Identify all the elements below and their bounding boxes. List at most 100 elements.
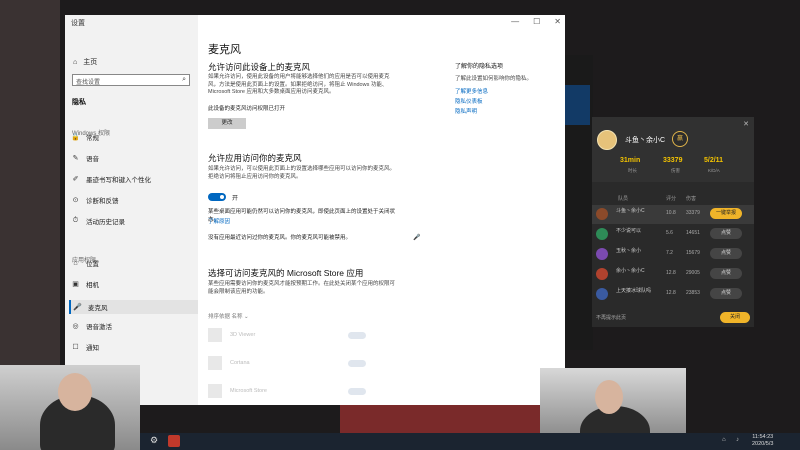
app-toggle[interactable] [348, 387, 366, 395]
like-button[interactable]: 点赞 [710, 268, 742, 279]
taskbar-clock[interactable]: 11:54:23 2020/5/3 [752, 434, 773, 448]
sidebar-item[interactable]: ✐ 墨迹书写和键入个性化 [71, 174, 196, 184]
stat-kda: 5/2/11 [704, 157, 724, 164]
app-toggle[interactable] [348, 359, 366, 367]
section-apps-text: 如果允许访问，可以使用此页面上的设置选择哪些应用可以访问你的麦克风。拒绝访问将阻… [208, 166, 396, 180]
section-store-title: 选择可访问麦克风的 Microsoft Store 应用 [208, 268, 364, 278]
player-row: 斗鱼丶余小C 10.8 33379 一键举报 [592, 205, 754, 224]
camera-icon: ▣ [72, 281, 79, 288]
sidebar-item[interactable]: 🔒 常规 [71, 132, 196, 142]
window-controls: — ☐ ✕ [511, 17, 561, 26]
close-panel-button[interactable]: 关闭 [720, 312, 750, 323]
player-score: 7.2 [666, 250, 673, 256]
microphone-toggle[interactable] [208, 193, 226, 201]
settings-taskbar-icon[interactable]: ⚙ [150, 435, 158, 446]
column-score: 评分 [666, 196, 677, 202]
champion-avatar [596, 228, 608, 240]
change-button[interactable]: 更改 [208, 118, 246, 129]
app-name: Cortana [230, 360, 250, 366]
desktop-app-note: 某些桌面应用可能仍然可以访问你的麦克风，即使此页面上的设置处于关闭状态。 [208, 209, 396, 223]
clock-time: 11:54:23 [752, 434, 774, 440]
match-result-panel: 斗鱼丶余小C 赢 ✕ 31min 时长 33379 伤害 5/2/11 K/D/… [592, 117, 754, 327]
toggle-label: 开 [232, 196, 239, 202]
home-icon: ⌂ [73, 58, 78, 66]
search-placeholder: 查找设置 [76, 80, 101, 86]
player-score: 5.6 [666, 230, 673, 236]
app-row: Cortana [208, 356, 368, 370]
sidebar-item-label: 常规 [86, 135, 99, 142]
sidebar-item[interactable]: 🎤 麦克风 [69, 300, 198, 314]
window-title: 设置 [71, 20, 85, 27]
app-name: 3D Viewer [230, 332, 256, 338]
player-row: 玉秋丶余小 7.2 15679 点赞 [592, 245, 754, 264]
close-button[interactable]: ✕ [554, 17, 561, 26]
sidebar-item[interactable]: ✎ 语音 [71, 153, 196, 163]
app-taskbar-icon[interactable] [168, 435, 180, 447]
recent-access-text: 没有应用最近访问过你的麦克风。你的麦克风可能被禁用。 [208, 235, 352, 241]
learn-more-link[interactable]: 了解原因 [208, 217, 230, 225]
player-name: 余小丶余小C [616, 268, 645, 274]
champion-avatar [596, 208, 608, 220]
like-button[interactable]: 点赞 [710, 248, 742, 259]
search-input[interactable]: 查找设置 ⌕ [72, 74, 190, 86]
sidebar-item-label: 相机 [86, 282, 99, 289]
sidebar-item-label: 通知 [86, 345, 99, 352]
settings-sidebar: 设置 ⌂ 主页 查找设置 ⌕ 隐私 Windows 权限 🔒 常规 ✎ 语音 ✐ 墨迹书写… [65, 15, 198, 405]
like-button[interactable]: 点赞 [710, 228, 742, 239]
sidebar-home-label: 主页 [83, 59, 98, 66]
search-icon: ⌕ [182, 76, 186, 83]
report-button[interactable]: 一键举报 [710, 208, 742, 219]
sidebar-item-label: 墨迹书写和键入个性化 [86, 177, 151, 184]
related-title: 了解你的隐私选项 [455, 64, 504, 70]
sidebar-item[interactable]: ◎ 语音激活 [71, 321, 196, 331]
player-score: 12.8 [666, 290, 676, 296]
dont-show-again[interactable]: 不再提示此页 [596, 314, 626, 321]
win-badge: 赢 [672, 131, 688, 147]
lock-icon: 🔒 [71, 134, 80, 141]
more-info-link[interactable]: 了解更多信息 [455, 87, 555, 95]
privacy-statement-link[interactable]: 隐私声明 [455, 107, 555, 115]
player-score: 10.8 [666, 210, 676, 216]
streamer-face [58, 373, 92, 411]
sort-dropdown[interactable]: 排序依据 名称 ⌄ [208, 314, 398, 322]
sidebar-item-label: 诊断和反馈 [86, 198, 119, 205]
privacy-dashboard-link[interactable]: 隐私仪表板 [455, 97, 555, 105]
pen-icon: ✐ [72, 176, 79, 183]
stat-kda-label: K/D/A [708, 168, 720, 173]
player-damage: 14651 [686, 230, 700, 236]
sidebar-home[interactable]: ⌂ 主页 [73, 57, 97, 67]
minimize-button[interactable]: — [511, 17, 519, 26]
player-name: 上天揍冰球队吗 [616, 288, 652, 294]
close-icon[interactable]: ✕ [743, 120, 749, 128]
settings-window: 设置 ⌂ 主页 查找设置 ⌕ 隐私 Windows 权限 🔒 常规 ✎ 语音 ✐ 墨迹书写… [65, 15, 565, 405]
app-toggle[interactable] [348, 331, 366, 339]
sidebar-item[interactable]: ☐ 通知 [71, 342, 196, 352]
player-damage: 23853 [686, 290, 700, 296]
stat-damage: 33379 [663, 157, 683, 164]
maximize-button[interactable]: ☐ [533, 17, 540, 26]
section-store-text: 某些应用需要访问你的麦克风才能按预期工作。在此处关闭某个应用的权限可能会限制该应… [208, 281, 396, 295]
network-icon[interactable]: ⌂ [722, 437, 726, 443]
sort-label: 排序依据 名称 [208, 314, 243, 320]
champion-avatar [596, 268, 608, 280]
avatar [597, 130, 617, 150]
player-name: 斗鱼丶余小C [625, 137, 666, 144]
app-icon [208, 356, 222, 370]
sidebar-category: 隐私 [72, 99, 86, 106]
sidebar-item[interactable]: ⊙ 诊断和反馈 [71, 195, 196, 205]
sidebar-item[interactable]: ▣ 相机 [71, 279, 196, 289]
clock-date: 2020/5/3 [752, 441, 774, 447]
like-button[interactable]: 点赞 [710, 288, 742, 299]
stat-damage-label: 伤害 [671, 168, 680, 173]
sidebar-item-label: 麦克风 [88, 305, 108, 312]
speech-icon: ✎ [72, 155, 79, 162]
column-damage: 伤害 [686, 196, 697, 202]
match-header: 斗鱼丶余小C 赢 ✕ 31min 时长 33379 伤害 5/2/11 K/D/… [592, 117, 754, 182]
sidebar-item[interactable]: ⌂ 位置 [71, 258, 196, 269]
volume-icon[interactable]: ♪ [736, 437, 739, 443]
player-row: 不少说可以 5.6 14651 点赞 [592, 225, 754, 244]
sidebar-item[interactable]: ⏱ 活动历史记录 [71, 216, 196, 226]
location-icon: ⌂ [73, 259, 78, 267]
sidebar-item-label: 语音 [86, 156, 99, 163]
player-damage: 33379 [686, 210, 700, 216]
